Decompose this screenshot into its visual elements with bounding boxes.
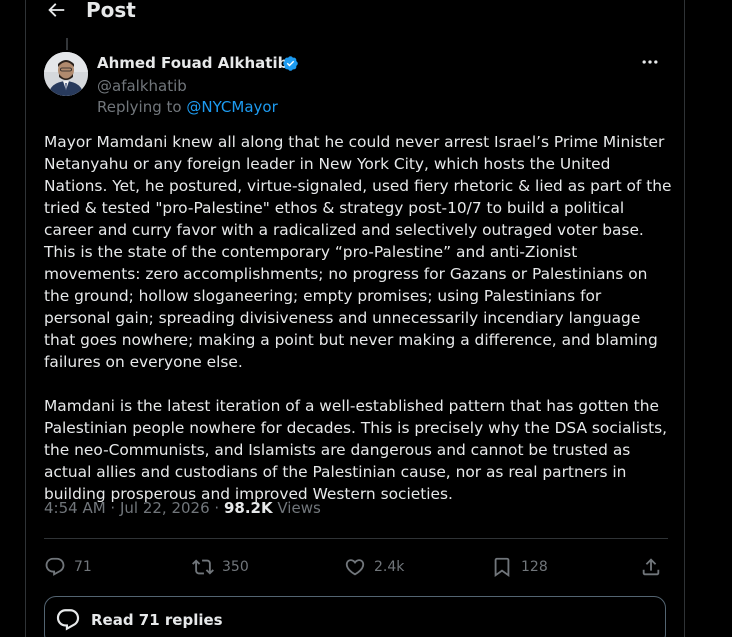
reply-count: 71	[74, 559, 92, 575]
read-replies-button[interactable]: Read 71 replies	[44, 596, 666, 637]
divider	[44, 538, 668, 539]
repost-count: 350	[222, 559, 249, 575]
reply-button[interactable]: 71	[44, 554, 92, 580]
post-timestamp[interactable]: 4:54 AM · Jul 22, 2026 ·	[44, 499, 219, 517]
like-button[interactable]: 2.4k	[344, 554, 404, 580]
action-bar: 71 350 2.4k 128	[44, 554, 668, 580]
replying-to-mention[interactable]: @NYCMayor	[186, 98, 277, 116]
like-count: 2.4k	[374, 559, 405, 575]
back-arrow-icon	[48, 3, 65, 17]
replying-to-prefix: Replying to	[97, 98, 182, 116]
page-header: Post	[26, 0, 684, 32]
post-meta: 4:54 AM · Jul 22, 2026 · 98.2K Views	[44, 497, 321, 519]
replying-to-line: Replying to @NYCMayor	[97, 96, 278, 118]
read-replies-label: Read 71 replies	[91, 611, 223, 629]
post-text: Mayor Mamdani knew all along that he cou…	[44, 131, 672, 527]
bookmark-button[interactable]: 128	[491, 554, 548, 580]
reply-icon	[45, 557, 65, 576]
post-column: Post Ahmed Fouad Alkhatib @afalkhatib Re…	[25, 0, 685, 637]
bookmark-count: 128	[521, 559, 548, 575]
post-paragraph: Mamdani is the latest iteration of a wel…	[44, 397, 668, 503]
views-count: 98.2K	[223, 499, 273, 517]
author-handle[interactable]: @afalkhatib	[97, 75, 187, 97]
post-paragraph: Mayor Mamdani knew all along that he cou…	[44, 133, 672, 371]
repost-icon	[192, 559, 214, 575]
more-options-button[interactable]	[638, 50, 662, 74]
more-icon	[642, 60, 658, 64]
thread-connector	[66, 38, 68, 50]
replies-bubble-icon	[56, 609, 80, 631]
repost-button[interactable]: 350	[192, 554, 249, 580]
verified-badge-icon	[283, 56, 298, 71]
avatar[interactable]	[44, 52, 88, 96]
avatar-image	[44, 52, 88, 96]
like-icon	[345, 559, 365, 576]
bookmark-icon	[494, 557, 510, 578]
share-icon	[642, 558, 660, 576]
author-name[interactable]: Ahmed Fouad Alkhatib	[97, 52, 288, 74]
back-button[interactable]	[42, 0, 70, 24]
share-button[interactable]	[640, 554, 670, 580]
views-label: Views	[277, 499, 321, 517]
page-title: Post	[86, 0, 136, 22]
